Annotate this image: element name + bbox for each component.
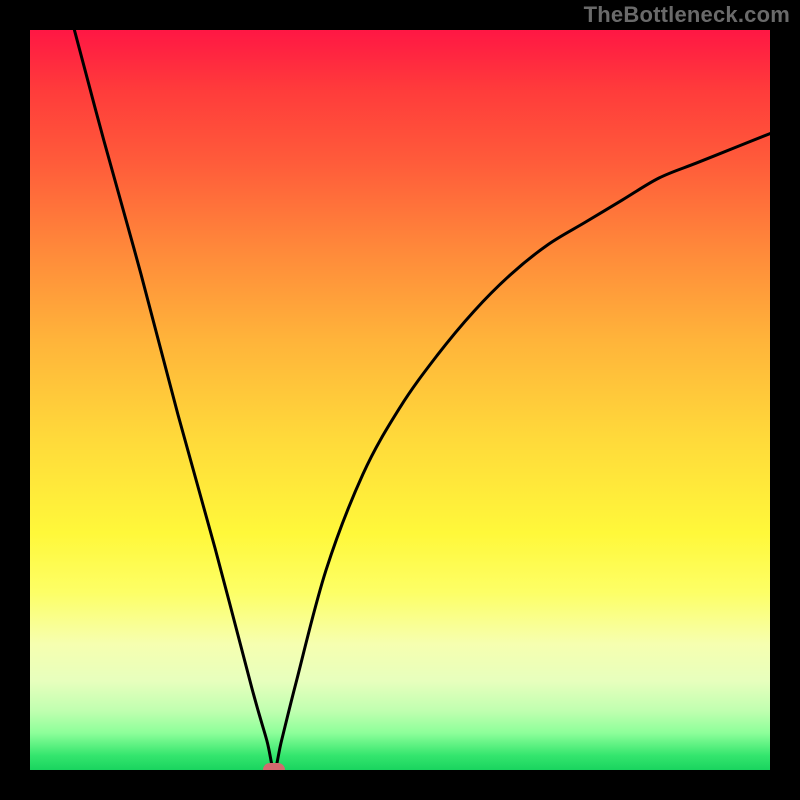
plot-area xyxy=(30,30,770,770)
minimum-marker xyxy=(263,763,285,770)
chart-frame: TheBottleneck.com xyxy=(0,0,800,800)
curve-path xyxy=(74,30,770,770)
curve-svg xyxy=(30,30,770,770)
watermark-text: TheBottleneck.com xyxy=(584,2,790,28)
